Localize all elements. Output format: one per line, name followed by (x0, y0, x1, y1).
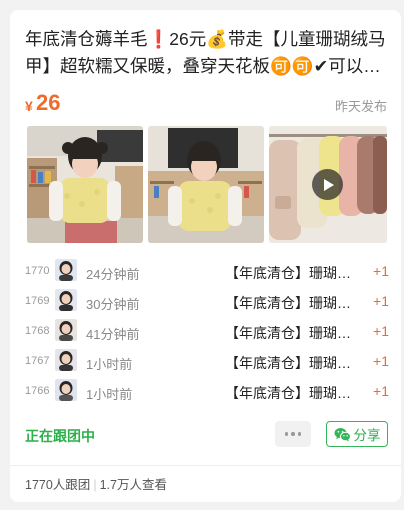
list-item: 1767 1小时前 【年底清仓】珊瑚绒马甲 +1 (25, 346, 389, 376)
avatar[interactable] (55, 259, 77, 281)
order-item: 【年底清仓】珊瑚绒马甲 (225, 265, 357, 281)
avatar[interactable] (55, 379, 77, 401)
order-qty: +1 (373, 353, 389, 369)
separator: | (93, 478, 97, 492)
share-label: 分享 (353, 428, 381, 443)
publish-time: 昨天发布 (334, 99, 387, 114)
order-time: 24分钟前 (86, 267, 140, 282)
price-row: ¥ 26 昨天发布 (25, 90, 387, 120)
wechat-icon (334, 427, 351, 441)
joined-count: 1770人跟团 (25, 478, 91, 492)
order-number: 1769 (25, 295, 50, 307)
order-item: 【年底清仓】珊瑚绒马甲 (225, 295, 357, 311)
order-item: 【年底清仓】珊瑚绒马甲 (225, 325, 357, 341)
stats-footer: 1770人跟团 | 1.7万人查看 (25, 474, 167, 493)
price-currency: ¥ (25, 98, 33, 114)
order-time: 41分钟前 (86, 327, 140, 342)
more-dots-icon (284, 432, 289, 436)
order-qty: +1 (373, 383, 389, 399)
order-qty: +1 (373, 263, 389, 279)
post-title[interactable]: 年底清仓薅羊毛❗26元💰带走【儿童珊瑚绒马甲】超软糯又保暖，叠穿天花板🉑🉑✔可以… (25, 26, 387, 80)
order-qty: +1 (373, 293, 389, 309)
photo-child-front[interactable] (27, 126, 143, 243)
divider (10, 465, 401, 466)
order-qty: +1 (373, 323, 389, 339)
list-item: 1770 24分钟前 【年底清仓】珊瑚绒马甲 +1 (25, 256, 389, 286)
order-time: 30分钟前 (86, 297, 140, 312)
group-status: 正在跟团中 (25, 428, 95, 444)
order-number: 1768 (25, 325, 50, 337)
video-vests-rack[interactable] (269, 126, 387, 243)
more-button[interactable] (275, 421, 311, 447)
avatar[interactable] (55, 289, 77, 311)
order-list: 1770 24分钟前 【年底清仓】珊瑚绒马甲 +1 1769 30分钟前 【年底… (25, 256, 389, 406)
order-time: 1小时前 (86, 357, 133, 372)
avatar[interactable] (55, 319, 77, 341)
order-number: 1767 (25, 355, 50, 367)
share-button[interactable]: 分享 (326, 421, 388, 447)
order-number: 1770 (25, 265, 50, 277)
order-time: 1小时前 (86, 387, 133, 402)
list-item: 1766 1小时前 【年底清仓】珊瑚绒马甲 +1 (25, 376, 389, 406)
image-gallery (27, 126, 387, 243)
play-icon[interactable] (312, 169, 343, 200)
photo-child-side[interactable] (148, 126, 264, 243)
order-number: 1766 (25, 385, 50, 397)
list-item: 1769 30分钟前 【年底清仓】珊瑚绒马甲 +1 (25, 286, 389, 316)
view-count: 1.7万人查看 (99, 478, 167, 492)
list-item: 1768 41分钟前 【年底清仓】珊瑚绒马甲 +1 (25, 316, 389, 346)
price-value: 26 (36, 90, 61, 115)
group-buy-card[interactable]: 年底清仓薅羊毛❗26元💰带走【儿童珊瑚绒马甲】超软糯又保暖，叠穿天花板🉑🉑✔可以… (10, 10, 401, 502)
order-item: 【年底清仓】珊瑚绒马甲 (225, 385, 357, 401)
avatar[interactable] (55, 349, 77, 371)
order-item: 【年底清仓】珊瑚绒马甲 (225, 355, 357, 371)
